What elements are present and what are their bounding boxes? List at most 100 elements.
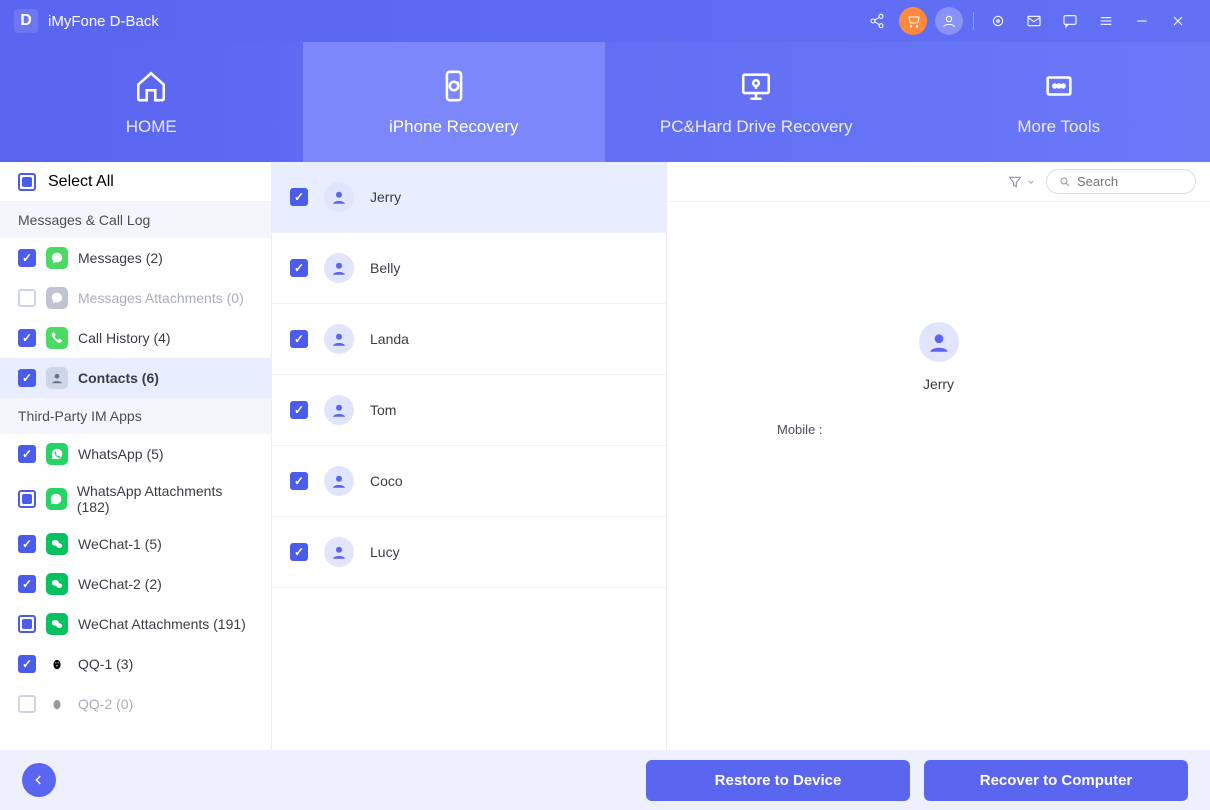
more-icon bbox=[1040, 67, 1078, 105]
checkbox[interactable] bbox=[290, 330, 308, 348]
nav-more-tools[interactable]: More Tools bbox=[908, 42, 1210, 162]
checkbox[interactable] bbox=[18, 615, 36, 633]
close-icon[interactable] bbox=[1164, 7, 1192, 35]
separator bbox=[973, 12, 974, 30]
sidebar-item-wc-attachments[interactable]: WeChat Attachments (191) bbox=[0, 604, 271, 644]
feedback-icon[interactable] bbox=[1056, 7, 1084, 35]
contact-name: Tom bbox=[370, 402, 396, 418]
contact-row[interactable]: Tom bbox=[272, 375, 666, 446]
checkbox[interactable] bbox=[18, 575, 36, 593]
checkbox[interactable] bbox=[18, 249, 36, 267]
select-all-checkbox[interactable] bbox=[18, 173, 36, 191]
checkbox[interactable] bbox=[290, 543, 308, 561]
checkbox[interactable] bbox=[290, 472, 308, 490]
sidebar-item-call-history[interactable]: Call History (4) bbox=[0, 318, 271, 358]
select-all-row[interactable]: Select All bbox=[0, 162, 271, 202]
main-nav: HOME iPhone Recovery PC&Hard Drive Recov… bbox=[0, 42, 1210, 162]
avatar-icon bbox=[324, 324, 354, 354]
wechat-icon bbox=[46, 533, 68, 555]
checkbox[interactable] bbox=[18, 329, 36, 347]
sidebar-item-wechat1[interactable]: WeChat-1 (5) bbox=[0, 524, 271, 564]
sidebar-item-label: Messages (2) bbox=[78, 250, 163, 266]
titlebar: D iMyFone D-Back bbox=[0, 0, 1210, 42]
contact-row[interactable]: Coco bbox=[272, 446, 666, 517]
nav-pc-recovery[interactable]: PC&Hard Drive Recovery bbox=[605, 42, 908, 162]
phone-icon bbox=[46, 327, 68, 349]
checkbox[interactable] bbox=[290, 259, 308, 277]
messages-icon bbox=[46, 247, 68, 269]
sidebar-item-label: WeChat-2 (2) bbox=[78, 576, 162, 592]
checkbox[interactable] bbox=[18, 289, 36, 307]
search-input[interactable] bbox=[1077, 174, 1183, 189]
contact-name: Coco bbox=[370, 473, 403, 489]
checkbox[interactable] bbox=[290, 188, 308, 206]
qq-icon bbox=[46, 653, 68, 675]
sidebar-item-qq1[interactable]: QQ-1 (3) bbox=[0, 644, 271, 684]
nav-iphone-recovery[interactable]: iPhone Recovery bbox=[303, 42, 606, 162]
sidebar-item-qq2[interactable]: QQ-2 (0) bbox=[0, 684, 271, 724]
whatsapp-icon bbox=[46, 488, 67, 510]
home-icon bbox=[132, 67, 170, 105]
sidebar-item-wechat2[interactable]: WeChat-2 (2) bbox=[0, 564, 271, 604]
chevron-down-icon bbox=[1026, 177, 1036, 187]
detail-mobile-label: Mobile : bbox=[777, 422, 823, 437]
attachment-icon bbox=[46, 287, 68, 309]
nav-home[interactable]: HOME bbox=[0, 42, 303, 162]
avatar-icon bbox=[324, 537, 354, 567]
sidebar-item-label: QQ-1 (3) bbox=[78, 656, 133, 672]
settings-icon[interactable] bbox=[984, 7, 1012, 35]
contact-row[interactable]: Belly bbox=[272, 233, 666, 304]
sidebar-item-msg-attachments[interactable]: Messages Attachments (0) bbox=[0, 278, 271, 318]
sidebar-item-contacts[interactable]: Contacts (6) bbox=[0, 358, 271, 398]
minimize-icon[interactable] bbox=[1128, 7, 1156, 35]
nav-iphone-label: iPhone Recovery bbox=[389, 117, 518, 137]
checkbox[interactable] bbox=[18, 490, 36, 508]
qq-icon bbox=[46, 693, 68, 715]
sidebar-item-label: WhatsApp (5) bbox=[78, 446, 164, 462]
contact-row[interactable]: Landa bbox=[272, 304, 666, 375]
contact-row[interactable]: Lucy bbox=[272, 517, 666, 588]
sidebar-item-label: WeChat-1 (5) bbox=[78, 536, 162, 552]
contacts-icon bbox=[46, 367, 68, 389]
sidebar-item-messages[interactable]: Messages (2) bbox=[0, 238, 271, 278]
nav-pc-label: PC&Hard Drive Recovery bbox=[660, 117, 853, 137]
sidebar-item-label: Messages Attachments (0) bbox=[78, 290, 244, 306]
contact-row[interactable]: Jerry bbox=[272, 162, 666, 233]
cart-icon[interactable] bbox=[899, 7, 927, 35]
detail-contact-name: Jerry bbox=[923, 376, 954, 392]
wechat-icon bbox=[46, 613, 68, 635]
nav-tools-label: More Tools bbox=[1017, 117, 1100, 137]
user-avatar-icon[interactable] bbox=[935, 7, 963, 35]
nav-home-label: HOME bbox=[126, 117, 177, 137]
app-title: iMyFone D-Back bbox=[48, 13, 159, 30]
detail-avatar-icon bbox=[919, 322, 959, 362]
footer: Restore to Device Recover to Computer bbox=[0, 750, 1210, 810]
checkbox[interactable] bbox=[18, 695, 36, 713]
contact-name: Jerry bbox=[370, 189, 401, 205]
recover-to-computer-button[interactable]: Recover to Computer bbox=[924, 760, 1188, 801]
sidebar-item-label: Contacts (6) bbox=[78, 370, 159, 386]
pc-icon bbox=[737, 67, 775, 105]
mail-icon[interactable] bbox=[1020, 7, 1048, 35]
sidebar-item-label: Call History (4) bbox=[78, 330, 171, 346]
section-messages-header: Messages & Call Log bbox=[0, 202, 271, 238]
sidebar-item-label: WeChat Attachments (191) bbox=[78, 616, 246, 632]
wechat-icon bbox=[46, 573, 68, 595]
filter-button[interactable] bbox=[1007, 174, 1036, 190]
back-button[interactable] bbox=[22, 763, 56, 797]
checkbox[interactable] bbox=[18, 369, 36, 387]
select-all-label: Select All bbox=[48, 173, 114, 191]
workspace: Select All Messages & Call Log Messages … bbox=[0, 162, 1210, 750]
checkbox[interactable] bbox=[18, 655, 36, 673]
contact-name: Lucy bbox=[370, 544, 400, 560]
restore-to-device-button[interactable]: Restore to Device bbox=[646, 760, 910, 801]
menu-icon[interactable] bbox=[1092, 7, 1120, 35]
avatar-icon bbox=[324, 466, 354, 496]
share-icon[interactable] bbox=[863, 7, 891, 35]
checkbox[interactable] bbox=[18, 445, 36, 463]
search-box[interactable] bbox=[1046, 169, 1196, 194]
checkbox[interactable] bbox=[18, 535, 36, 553]
checkbox[interactable] bbox=[290, 401, 308, 419]
sidebar-item-wa-attachments[interactable]: WhatsApp Attachments (182) bbox=[0, 474, 271, 524]
sidebar-item-whatsapp[interactable]: WhatsApp (5) bbox=[0, 434, 271, 474]
